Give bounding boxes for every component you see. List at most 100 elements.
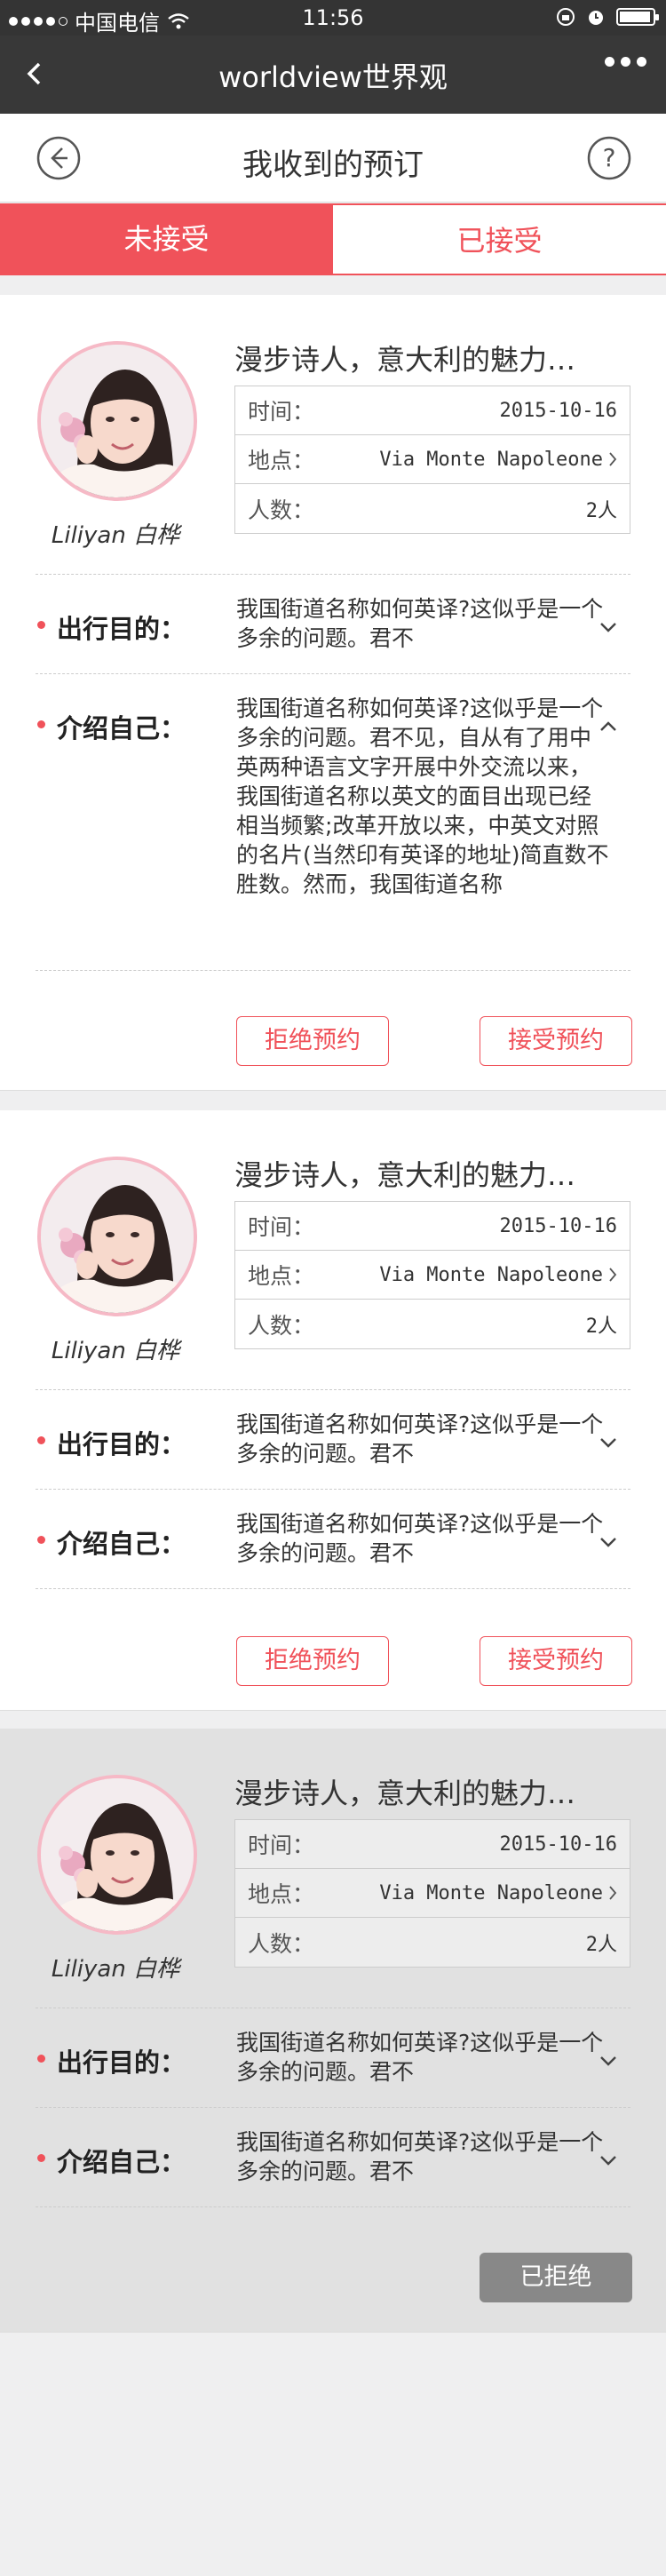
info-value: 2人 [585, 1315, 617, 1338]
info-value: Via Monte Napoleone [379, 1263, 603, 1286]
info-row-location[interactable]: 地点： Via Monte Napoleone [235, 435, 630, 484]
svg-text:?: ? [603, 143, 616, 172]
info-value: Via Monte Napoleone [379, 448, 603, 471]
bullet-dot [37, 2154, 45, 2162]
user-name: Liliyan 白桦 [51, 1338, 180, 1364]
trip-title[interactable]: 漫步诗人，意大利的魅力… [234, 338, 639, 378]
info-value-wrap: Via Monte Napoleone [379, 1882, 617, 1904]
page-title: 我收到的预订 [242, 147, 424, 183]
bullet-dot [37, 1536, 45, 1544]
chevron-down-icon[interactable] [599, 1536, 618, 1548]
info-row-people: 人数： 2人 [235, 1300, 630, 1348]
intro-text: 我国街道名称如何英译?这似乎是一个多余的问题。君不见，自从有了用中英两种语言文字… [236, 696, 609, 897]
avatar [37, 1157, 197, 1316]
info-label: 地点： [248, 1263, 315, 1289]
accept-button[interactable]: 接受预约 [480, 1636, 632, 1686]
intro-label: 介绍自己： [57, 2147, 186, 2177]
chevron-right-icon [609, 1886, 617, 1900]
bullet-dot [37, 1436, 45, 1444]
info-value: Via Monte Napoleone [379, 1881, 603, 1904]
nav-bar: worldview世界观 [0, 36, 666, 114]
divider [36, 1588, 630, 1589]
trip-title[interactable]: 漫步诗人，意大利的魅力… [234, 1153, 639, 1194]
info-value: 2人 [585, 1933, 617, 1956]
purpose-row[interactable]: 出行目的： 我国街道名称如何英译?这似乎是一个多余的问题。君不 [36, 2008, 630, 2107]
purpose-text: 我国街道名称如何英译?这似乎是一个多余的问题。君不 [236, 596, 604, 651]
alarm-icon [589, 11, 603, 25]
accept-button[interactable]: 接受预约 [480, 1016, 632, 1066]
rejected-status-button: 已拒绝 [480, 2253, 632, 2302]
chevron-right-icon [609, 452, 617, 466]
info-row-location[interactable]: 地点： Via Monte Napoleone [235, 1869, 630, 1918]
divider [36, 970, 630, 971]
purpose-label: 出行目的： [57, 614, 186, 644]
booking-card: Liliyan 白桦 漫步诗人，意大利的魅力… 时间： 2015-10-16 地… [0, 1110, 666, 1711]
tab-bar: 未接受 已接受 [0, 203, 666, 275]
info-value: 2015-10-16 [499, 1833, 617, 1856]
chevron-down-icon[interactable] [599, 2055, 618, 2067]
purpose-text: 我国街道名称如何英译?这似乎是一个多余的问题。君不 [236, 1411, 604, 1467]
info-label: 人数： [248, 1312, 315, 1339]
nav-title: worldview世界观 [218, 60, 448, 94]
bullet-dot [37, 621, 45, 629]
page-header: 我收到的预订 ? [0, 114, 666, 203]
info-value-wrap: Via Monte Napoleone [379, 449, 617, 471]
info-row-location[interactable]: 地点： Via Monte Napoleone [235, 1251, 630, 1300]
avatar [37, 1775, 197, 1935]
more-icon[interactable] [605, 57, 646, 67]
reject-button[interactable]: 拒绝预约 [236, 1636, 389, 1686]
info-value: 2015-10-16 [499, 399, 617, 422]
purpose-row[interactable]: 出行目的： 我国街道名称如何英译?这似乎是一个多余的问题。君不 [36, 1389, 630, 1489]
info-label: 人数： [248, 497, 315, 523]
user-name: Liliyan 白桦 [51, 1956, 180, 1983]
info-row-time: 时间： 2015-10-16 [235, 1820, 630, 1869]
purpose-label: 出行目的： [57, 2047, 186, 2078]
status-right [556, 7, 659, 27]
info-label: 地点： [248, 1881, 315, 1907]
reject-button[interactable]: 拒绝预约 [236, 1016, 389, 1066]
intro-label: 介绍自己： [57, 713, 186, 743]
info-label: 时间： [248, 1833, 315, 1858]
tab-accepted[interactable]: 已接受 [333, 203, 666, 275]
info-value: 2人 [585, 499, 617, 522]
purpose-label: 出行目的： [57, 1429, 186, 1459]
booking-card: Liliyan 白桦 漫步诗人，意大利的魅力… 时间： 2015-10-16 地… [0, 295, 666, 1091]
info-label: 时间： [248, 399, 315, 425]
chevron-down-icon[interactable] [599, 2154, 618, 2167]
booking-card-rejected: Liliyan 白桦 漫步诗人，意大利的魅力… 时间： 2015-10-16 地… [0, 1729, 666, 2333]
rotation-lock-icon [557, 8, 575, 26]
status-bar: 中国电信 11:56 [0, 0, 666, 36]
info-label: 时间： [248, 1214, 315, 1240]
intro-row[interactable]: 介绍自己： 我国街道名称如何英译?这似乎是一个多余的问题。君不 [36, 2107, 630, 2206]
intro-label: 介绍自己： [57, 1529, 186, 1559]
info-table: 时间： 2015-10-16 地点： Via Monte Napoleone 人… [234, 1819, 630, 1968]
intro-text: 我国街道名称如何英译?这似乎是一个多余的问题。君不 [236, 2129, 604, 2184]
help-icon[interactable]: ? [586, 135, 632, 181]
info-label: 人数： [248, 1930, 315, 1957]
intro-row[interactable]: 介绍自己： 我国街道名称如何英译?这似乎是一个多余的问题。君不见，自从有了用中英… [36, 673, 630, 970]
avatar [37, 341, 197, 501]
tab-not-accepted[interactable]: 未接受 [0, 203, 333, 275]
bullet-dot [37, 2055, 45, 2063]
chevron-down-icon[interactable] [599, 621, 618, 633]
info-row-time: 时间： 2015-10-16 [235, 386, 630, 435]
info-label: 地点： [248, 448, 315, 473]
chevron-down-icon[interactable] [599, 1436, 618, 1449]
info-row-people: 人数： 2人 [235, 484, 630, 533]
battery-icon [616, 8, 659, 26]
chevron-right-icon [609, 1268, 617, 1282]
info-table: 时间： 2015-10-16 地点： Via Monte Napoleone 人… [234, 386, 630, 534]
intro-row[interactable]: 介绍自己： 我国街道名称如何英译?这似乎是一个多余的问题。君不 [36, 1489, 630, 1588]
info-table: 时间： 2015-10-16 地点： Via Monte Napoleone 人… [234, 1201, 630, 1349]
info-value-wrap: Via Monte Napoleone [379, 1264, 617, 1286]
purpose-row[interactable]: 出行目的： 我国街道名称如何英译?这似乎是一个多余的问题。君不 [36, 574, 630, 673]
info-value: 2015-10-16 [499, 1214, 617, 1237]
purpose-text: 我国街道名称如何英译?这似乎是一个多余的问题。君不 [236, 2030, 604, 2085]
bullet-dot [37, 720, 45, 728]
info-row-time: 时间： 2015-10-16 [235, 1202, 630, 1251]
info-row-people: 人数： 2人 [235, 1918, 630, 1967]
chevron-up-icon[interactable] [599, 720, 618, 733]
trip-title[interactable]: 漫步诗人，意大利的魅力… [234, 1771, 639, 1812]
intro-text: 我国街道名称如何英译?这似乎是一个多余的问题。君不 [236, 1511, 604, 1566]
divider [36, 2206, 630, 2207]
